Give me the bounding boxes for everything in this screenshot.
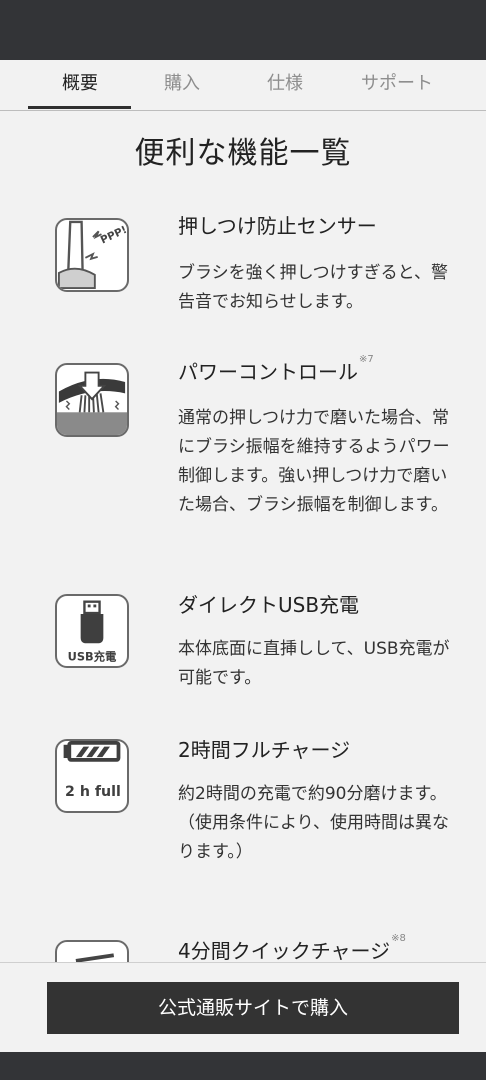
footnote-mark: ※8 <box>391 933 406 944</box>
feature-title: ダイレクトUSB充電 <box>178 593 360 617</box>
buy-official-store-button[interactable]: 公式通販サイトで購入 <box>47 982 459 1034</box>
battery-icon-text: 2 h full <box>65 784 121 800</box>
feature-description: 本体底面に直挿しして、USB充電が可能です。 <box>178 639 450 688</box>
bottom-navigation-bar <box>0 1052 486 1080</box>
usb-charge-icon-text: USB充電 <box>68 649 117 663</box>
feature-title: 2時間フルチャージ <box>178 738 351 762</box>
pressure-sensor-icon: PPP! <box>55 218 129 292</box>
tab-purchase[interactable]: 購入 <box>130 60 234 108</box>
footnote-mark: ※7 <box>359 354 374 365</box>
active-tab-indicator <box>28 106 131 109</box>
tab-specs[interactable]: 仕様 <box>233 60 337 108</box>
feature-description: ブラシを強く押しつけすぎると、警告音でお知らせします。 <box>178 263 448 312</box>
feature-description: 約2時間の充電で約90分磨けます。 （使用条件により、使用時間は異なります。） <box>178 784 449 862</box>
feature-description: 通常の押しつけ力で磨いた場合、常にブラシ振幅を維持するようパワー制御します。強い… <box>178 408 450 515</box>
sticky-footer: 公式通販サイトで購入 <box>0 962 486 1053</box>
top-status-bar <box>0 0 486 60</box>
pressure-sensor-icon-text: PPP! <box>99 224 127 247</box>
feature-title: パワーコントロール※7 <box>178 354 374 384</box>
feature-title: 押しつけ防止センサー <box>178 214 377 238</box>
tab-bar: 概要 購入 仕様 サポート <box>0 60 486 111</box>
feature-title: 4分間クイックチャージ※8 <box>178 933 406 963</box>
battery-full-icon: 2 h full <box>55 739 129 813</box>
tab-support[interactable]: サポート <box>345 60 449 108</box>
tab-overview[interactable]: 概要 <box>28 60 132 108</box>
usb-charge-icon: USB充電 <box>55 594 129 668</box>
page-title: 便利な機能一覧 <box>134 136 352 171</box>
power-control-icon <box>55 363 129 437</box>
